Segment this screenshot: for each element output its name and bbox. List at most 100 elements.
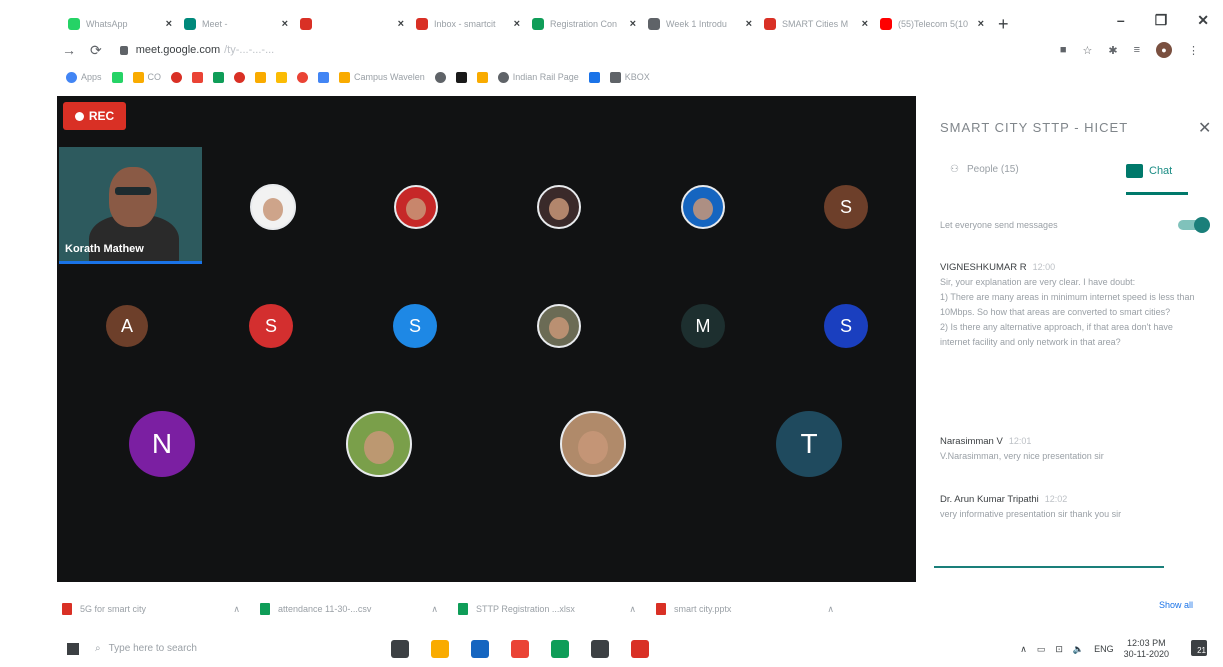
clock[interactable]: 12:03 PM 30-11-2020	[1124, 638, 1169, 660]
bookmark-item[interactable]	[476, 71, 488, 83]
bookmark-item[interactable]	[255, 71, 267, 83]
close-tab-icon[interactable]: ×	[862, 18, 868, 30]
camera-icon[interactable]: ■	[1060, 44, 1067, 56]
language-indicator[interactable]: ENG	[1094, 644, 1114, 654]
participant-avatar[interactable]: T	[776, 411, 842, 477]
volume-icon[interactable]: 🔈	[1073, 644, 1084, 655]
browser-tab[interactable]: Week 1 Introdu ×	[642, 13, 758, 35]
taskbar-app-icon[interactable]	[511, 639, 529, 658]
bookmark-item[interactable]: Indian Rail Page	[497, 71, 579, 83]
bookmark-item[interactable]	[297, 71, 309, 83]
download-item[interactable]: STTP Registration ...xlsx ∧	[458, 603, 656, 615]
participant-photo[interactable]	[250, 184, 296, 230]
network-icon[interactable]: ⊡	[1055, 644, 1063, 655]
browser-tab[interactable]: WhatsApp ×	[62, 13, 178, 35]
taskbar-app-icon[interactable]	[551, 639, 569, 658]
bookmark-item[interactable]	[434, 71, 446, 83]
download-name: smart city.pptx	[674, 604, 732, 614]
bookmark-item[interactable]	[588, 71, 600, 83]
participant-photo[interactable]	[681, 185, 725, 229]
participant-photo[interactable]	[537, 304, 581, 348]
reload-icon[interactable]: ⟳	[90, 42, 102, 59]
star-icon[interactable]: ☆	[1082, 44, 1092, 57]
bookmark-item[interactable]	[318, 71, 330, 83]
bookmark-item[interactable]: Apps	[66, 71, 102, 83]
chevron-up-icon[interactable]: ∧	[431, 604, 438, 615]
close-panel-icon[interactable]: ✕	[1198, 118, 1211, 138]
address-bar: → ⟳ meet.google.com /ty-...-...-...	[62, 38, 1223, 62]
download-item[interactable]: 5G for smart city ∧	[62, 603, 260, 615]
close-tab-icon[interactable]: ×	[166, 18, 172, 30]
lock-icon[interactable]	[119, 45, 128, 55]
close-tab-icon[interactable]: ×	[746, 18, 752, 30]
featured-video-tile[interactable]: Korath Mathew	[59, 147, 202, 264]
participant-avatar[interactable]: A	[106, 305, 148, 347]
extensions-icon[interactable]: ✱	[1108, 44, 1117, 57]
taskbar-app-icon[interactable]	[591, 639, 609, 658]
chat-input[interactable]	[934, 566, 1164, 568]
bookmark-item[interactable]	[234, 71, 246, 83]
message-sender: Dr. Arun Kumar Tripathi	[940, 494, 1039, 505]
browser-tab[interactable]: ×	[294, 13, 410, 35]
maximize-button[interactable]: ❐	[1155, 12, 1168, 29]
close-tab-icon[interactable]: ×	[282, 18, 288, 30]
participant-photo[interactable]	[560, 411, 626, 477]
participant-avatar[interactable]: N	[129, 411, 195, 477]
taskbar-app-icon[interactable]	[631, 639, 649, 658]
download-item[interactable]: smart city.pptx ∧	[656, 603, 854, 615]
windows-start-icon[interactable]	[67, 642, 79, 655]
chevron-up-icon[interactable]: ∧	[1020, 644, 1027, 655]
participant-photo[interactable]	[346, 411, 412, 477]
taskbar-app-icon[interactable]	[471, 639, 489, 658]
notification-icon[interactable]: 21	[1191, 640, 1207, 656]
taskbar-app-icon[interactable]	[431, 639, 449, 658]
bookmark-item[interactable]	[213, 71, 225, 83]
participant-avatar[interactable]: M	[681, 304, 725, 348]
participant-avatar[interactable]: S	[249, 304, 293, 348]
new-tab-button[interactable]: +	[998, 14, 1009, 35]
participant-avatar[interactable]: S	[393, 304, 437, 348]
close-tab-icon[interactable]: ×	[630, 18, 636, 30]
bookmark-item[interactable]	[111, 71, 123, 83]
show-all-link[interactable]: Show all	[1159, 600, 1193, 610]
browser-tab[interactable]: Meet - ×	[178, 13, 294, 35]
battery-icon[interactable]: ▭	[1037, 644, 1046, 655]
close-tab-icon[interactable]: ×	[978, 18, 984, 30]
forward-icon[interactable]: →	[62, 42, 76, 58]
taskbar-search[interactable]: ⌕ Type here to search	[95, 643, 385, 654]
participant-avatar[interactable]: S	[824, 304, 868, 348]
minimize-button[interactable]: –	[1117, 12, 1125, 29]
bookmark-item[interactable]: KBOX	[609, 71, 650, 83]
bookmark-item[interactable]	[192, 71, 204, 83]
bookmark-item[interactable]: CO	[132, 71, 161, 83]
chevron-up-icon[interactable]: ∧	[827, 604, 834, 615]
bookmark-icon	[234, 71, 246, 83]
bookmark-item[interactable]	[276, 71, 288, 83]
download-item[interactable]: attendance 11-30-...csv ∧	[260, 603, 458, 615]
browser-tab[interactable]: SMART Cities M ×	[758, 13, 874, 35]
reading-list-icon[interactable]: ≡	[1134, 44, 1140, 56]
face-shape	[549, 198, 569, 221]
chevron-up-icon[interactable]: ∧	[629, 604, 636, 615]
close-tab-icon[interactable]: ×	[398, 18, 404, 30]
chat-permission-toggle[interactable]	[1178, 217, 1210, 233]
participant-photo[interactable]	[537, 185, 581, 229]
menu-icon[interactable]: ⋮	[1188, 44, 1199, 57]
bookmark-item[interactable]: Campus Wavelen	[339, 71, 425, 83]
chevron-up-icon[interactable]: ∧	[233, 604, 240, 615]
close-tab-icon[interactable]: ×	[514, 18, 520, 30]
participant-avatar[interactable]: S	[824, 185, 868, 229]
bookmark-item[interactable]	[455, 71, 467, 83]
taskbar-app-icon[interactable]	[391, 639, 409, 658]
bookmark-item[interactable]	[171, 71, 183, 83]
avatar[interactable]: ●	[1156, 42, 1172, 58]
url-path[interactable]: /ty-...-...-...	[224, 44, 274, 56]
browser-tab[interactable]: Registration Con ×	[526, 13, 642, 35]
tab-people[interactable]: ⚇ People (15)	[950, 164, 1019, 175]
participant-photo[interactable]	[394, 185, 438, 229]
tab-chat[interactable]: Chat	[1126, 164, 1172, 178]
url-text[interactable]: meet.google.com	[136, 44, 220, 56]
close-window-button[interactable]: ✕	[1197, 12, 1209, 29]
browser-tab[interactable]: (55)Telecom 5(10 ×	[874, 13, 990, 35]
browser-tab[interactable]: Inbox - smartcit ×	[410, 13, 526, 35]
